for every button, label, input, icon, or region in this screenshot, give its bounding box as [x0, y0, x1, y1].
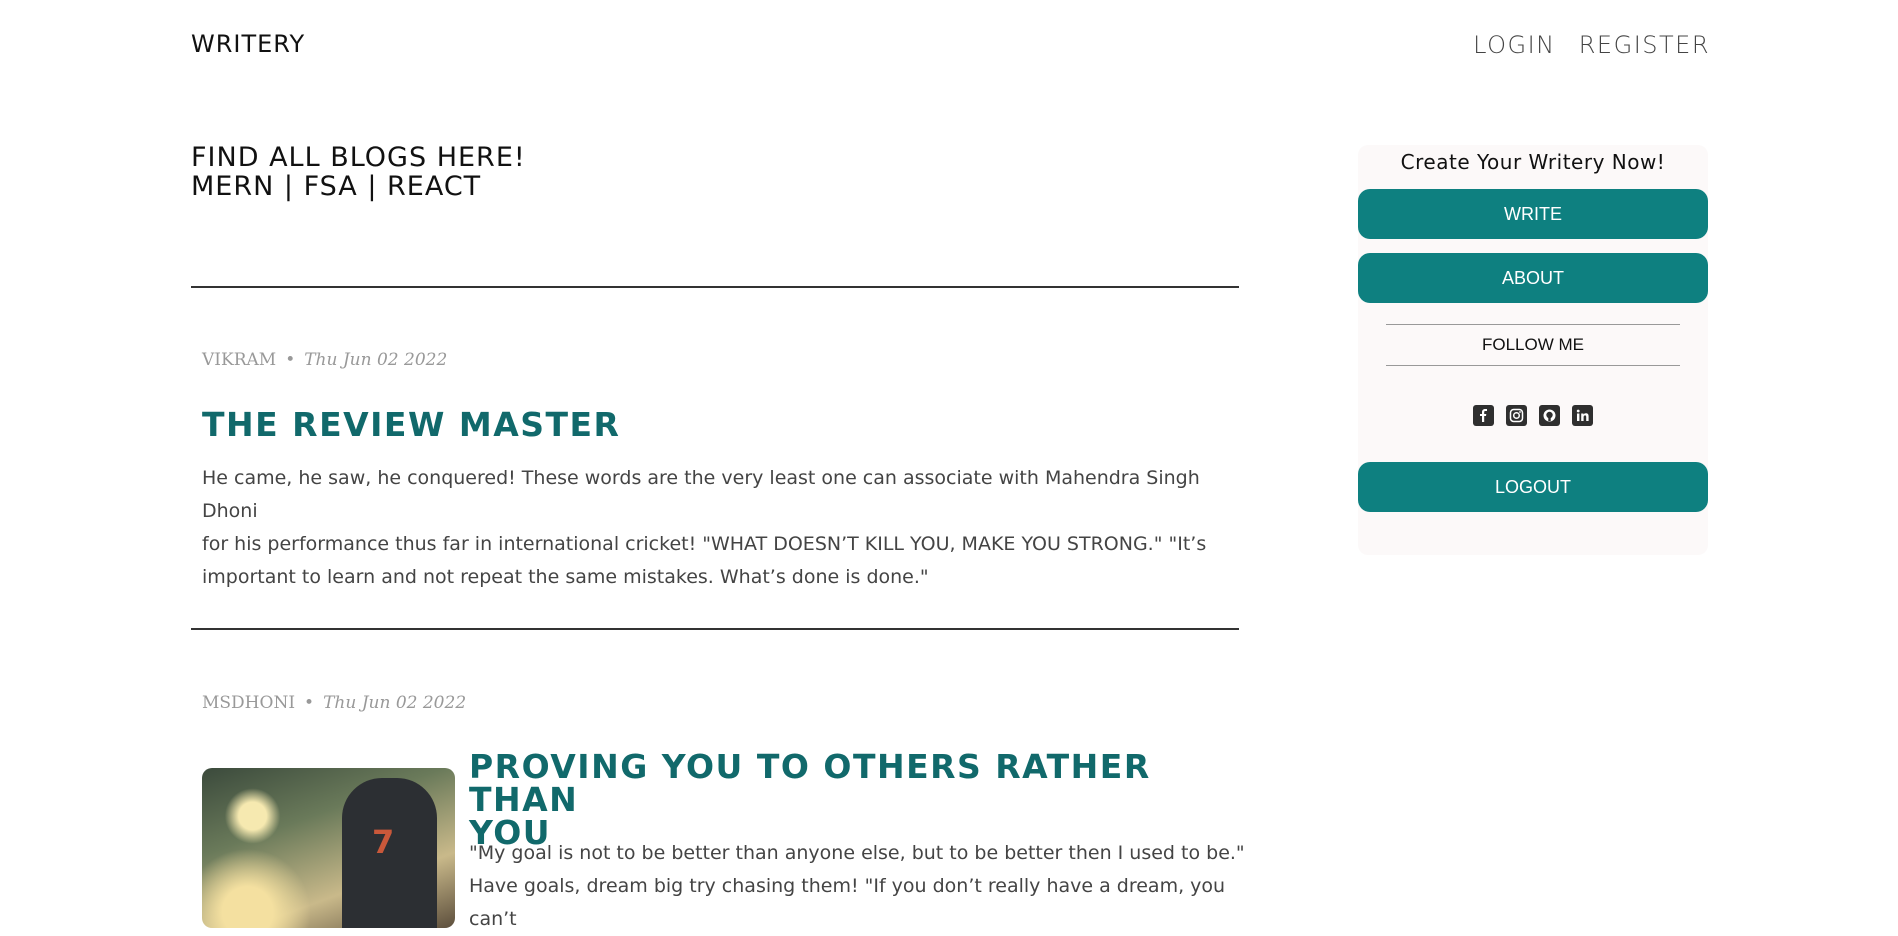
post-thumbnail[interactable]: 7 [202, 768, 455, 928]
social-links [1358, 405, 1708, 426]
excerpt-line: for his performance thus far in internat… [202, 533, 1207, 555]
post-author[interactable]: MSDHONI [202, 693, 295, 713]
divider [191, 628, 1239, 630]
sidebar-title: Create Your Writery Now! [1400, 150, 1666, 174]
github-icon[interactable] [1539, 405, 1560, 426]
excerpt-line: He came, he saw, he conquered! These wor… [202, 467, 1200, 522]
post-title[interactable]: THE REVIEW MASTER [202, 408, 620, 441]
post-date: Thu Jun 02 2022 [323, 693, 467, 713]
top-navigation: WRITERY LOGIN REGISTER [0, 0, 1898, 90]
headline-line-2: MERN | FSA | REACT [191, 171, 482, 202]
post-author[interactable]: VIKRAM [202, 350, 276, 370]
post-title-line: PROVING YOU TO OTHERS RATHER THAN [469, 747, 1151, 819]
jersey-number: 7 [372, 823, 395, 861]
brand-logo[interactable]: WRITERY [191, 30, 305, 58]
excerpt-line: Have goals, dream big try chasing them! … [469, 875, 1226, 930]
follow-me-label: FOLLOW ME [1481, 335, 1584, 354]
post-date: Thu Jun 02 2022 [304, 350, 448, 370]
post-excerpt: He came, he saw, he conquered! These wor… [202, 462, 1232, 594]
post-meta: VIKRAM • Thu Jun 02 2022 [202, 350, 447, 370]
divider [191, 286, 1239, 288]
meta-separator: • [304, 693, 315, 713]
write-button[interactable]: WRITE [1358, 189, 1708, 239]
headline-line-1: FIND ALL BLOGS HERE! [191, 142, 526, 173]
page-headline: FIND ALL BLOGS HERE! MERN | FSA | REACT [191, 143, 526, 201]
excerpt-line: "My goal is not to be better than anyone… [469, 842, 1245, 864]
register-link[interactable]: REGISTER [1579, 31, 1710, 59]
follow-divider-bottom [1386, 365, 1680, 366]
post-title[interactable]: PROVING YOU TO OTHERS RATHER THAN YOU [469, 750, 1229, 849]
logout-button[interactable]: LOGOUT [1358, 462, 1708, 512]
linkedin-icon[interactable] [1572, 405, 1593, 426]
instagram-icon[interactable] [1506, 405, 1527, 426]
auth-links: LOGIN REGISTER [1459, 31, 1710, 59]
post-excerpt: "My goal is not to be better than anyone… [469, 837, 1249, 936]
excerpt-line: important to learn and not repeat the sa… [202, 566, 929, 588]
follow-divider-top [1386, 324, 1680, 325]
login-link[interactable]: LOGIN [1473, 31, 1556, 59]
about-button[interactable]: ABOUT [1358, 253, 1708, 303]
post-meta: MSDHONI • Thu Jun 02 2022 [202, 693, 466, 713]
facebook-icon[interactable] [1473, 405, 1494, 426]
meta-separator: • [285, 350, 296, 370]
sidebar: Create Your Writery Now! WRITE ABOUT FOL… [1358, 145, 1708, 555]
